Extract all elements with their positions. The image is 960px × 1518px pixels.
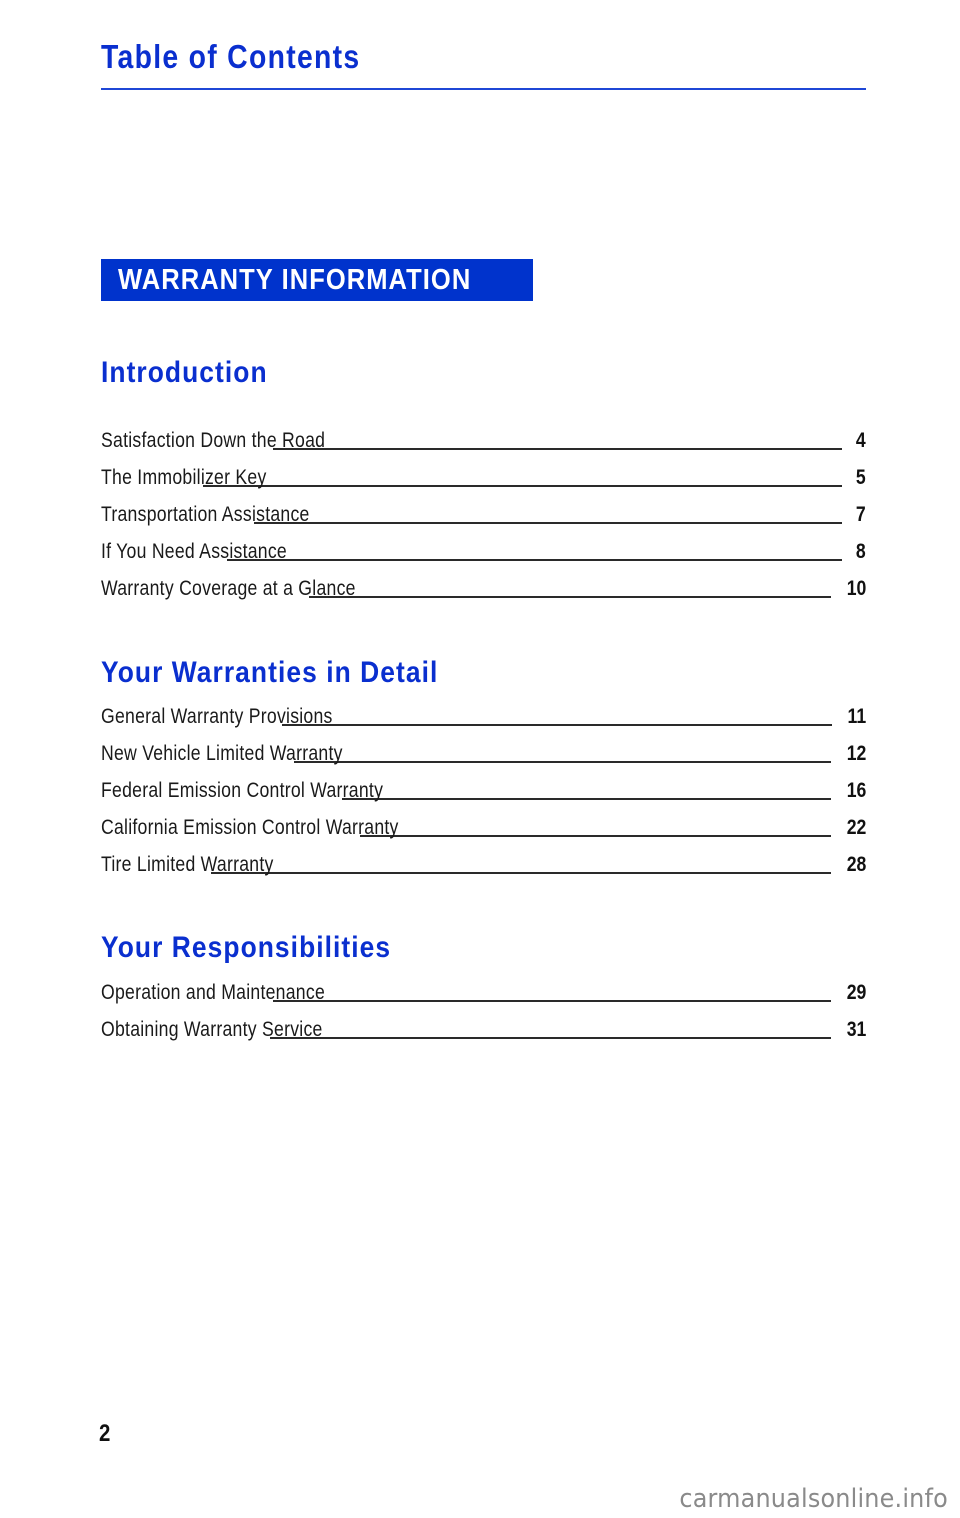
warranty-information-band: WARRANTY INFORMATION [101, 259, 533, 301]
leader-line [309, 596, 831, 598]
toc-entry-page: 28 [846, 853, 866, 876]
toc-entry-page: 22 [846, 816, 866, 839]
toc-entry-label: Warranty Coverage at a Glance [101, 577, 356, 600]
leader-line [211, 872, 831, 874]
leader-line [293, 761, 831, 763]
toc-entry[interactable]: Obtaining Warranty Service 31 [101, 1017, 866, 1043]
toc-entry-label: Satisfaction Down the Road [101, 429, 326, 452]
section-heading-introduction: Introduction [101, 356, 268, 389]
leader-line [269, 1037, 831, 1039]
toc-entry-page: 16 [846, 779, 866, 802]
leader-line [341, 798, 831, 800]
toc-entry[interactable]: New Vehicle Limited Warranty 12 [101, 741, 866, 767]
section-heading-responsibilities: Your Responsibilities [101, 931, 392, 964]
leader-line [272, 1000, 831, 1002]
toc-entry[interactable]: Warranty Coverage at a Glance 10 [101, 576, 866, 602]
toc-entry-page: 29 [846, 981, 866, 1004]
toc-entry-page: 10 [846, 577, 866, 600]
toc-entry-label: Transportation Assistance [101, 503, 310, 526]
toc-entry[interactable]: California Emission Control Warranty 22 [101, 815, 866, 841]
toc-entry-label: Obtaining Warranty Service [101, 1018, 323, 1041]
page-number: 2 [99, 1420, 111, 1447]
page-title: Table of Contents [101, 38, 361, 75]
leader-line [272, 448, 843, 450]
toc-entry[interactable]: Operation and Maintenance 29 [101, 980, 866, 1006]
toc-entry-label: The Immobilizer Key [101, 466, 267, 489]
toc-entry[interactable]: Federal Emission Control Warranty 16 [101, 778, 866, 804]
toc-entry-label: General Warranty Provisions [101, 705, 333, 728]
toc-entry-page: 7 [856, 503, 866, 526]
leader-line [281, 724, 832, 726]
toc-entry-page: 5 [856, 466, 866, 489]
toc-entry-label: Operation and Maintenance [101, 981, 326, 1004]
toc-entry-label: If You Need Assistance [101, 540, 287, 563]
toc-entry-page: 12 [846, 742, 866, 765]
toc-entry[interactable]: Tire Limited Warranty 28 [101, 852, 866, 878]
toc-entry-label: New Vehicle Limited Warranty [101, 742, 343, 765]
leader-line [227, 559, 843, 561]
toc-entry-label: California Emission Control Warranty [101, 816, 399, 839]
watermark: carmanualsonline.info [679, 1484, 948, 1514]
leader-line [360, 835, 831, 837]
toc-entry[interactable]: The Immobilizer Key 5 [101, 465, 866, 491]
title-divider [101, 88, 866, 90]
leader-line [254, 522, 843, 524]
leader-line [203, 485, 843, 487]
toc-entry-page: 4 [856, 429, 866, 452]
toc-entry-page: 31 [846, 1018, 866, 1041]
toc-entry-page: 11 [847, 705, 866, 728]
toc-entry-page: 8 [856, 540, 866, 563]
section-heading-warranties-in-detail: Your Warranties in Detail [101, 656, 439, 689]
band-label: WARRANTY INFORMATION [118, 264, 472, 296]
toc-entry[interactable]: Satisfaction Down the Road 4 [101, 428, 866, 454]
toc-entry[interactable]: General Warranty Provisions 11 [101, 704, 866, 730]
toc-entry[interactable]: If You Need Assistance 8 [101, 539, 866, 565]
toc-entry-label: Tire Limited Warranty [101, 853, 274, 876]
toc-entry[interactable]: Transportation Assistance 7 [101, 502, 866, 528]
toc-entry-label: Federal Emission Control Warranty [101, 779, 384, 802]
